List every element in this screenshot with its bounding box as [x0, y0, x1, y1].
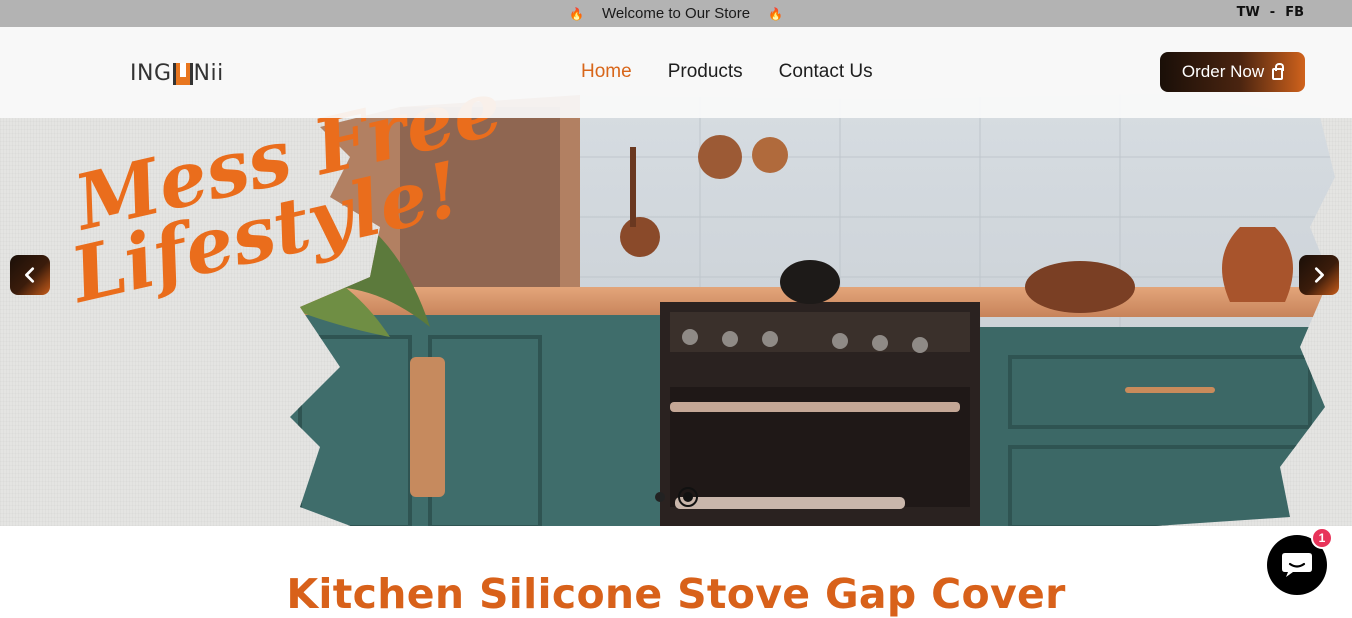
fire-icon: 🔥 [568, 6, 584, 21]
announcement-bar: 🔥 Welcome to Our Store 🔥 TW - FB [0, 0, 1352, 27]
chat-bubble-icon [1282, 553, 1312, 577]
chat-notification-badge: 1 [1311, 527, 1333, 549]
nav-products[interactable]: Products [668, 61, 743, 83]
site-header: ING Nii Home Products Contact Us Order N… [0, 27, 1352, 118]
slider-prev-button[interactable] [10, 255, 50, 295]
fire-icon: 🔥 [768, 6, 784, 21]
chat-widget-button[interactable]: 1 [1267, 527, 1333, 595]
chevron-right-icon [1314, 267, 1324, 283]
order-now-label: Order Now [1181, 62, 1265, 81]
slider-next-button[interactable] [1299, 255, 1339, 295]
nav-contact-us[interactable]: Contact Us [779, 61, 873, 83]
slide-dot-2[interactable] [678, 487, 698, 507]
logo-text-left: ING [130, 61, 172, 86]
facebook-link[interactable]: FB [1285, 5, 1304, 20]
logo-mark-icon [172, 62, 193, 85]
main-nav: Home Products Contact Us [581, 61, 873, 83]
chevron-left-icon [25, 267, 35, 283]
slide-dot-1[interactable] [655, 492, 665, 502]
nav-home[interactable]: Home [581, 61, 632, 83]
twitter-link[interactable]: TW [1237, 5, 1260, 20]
shopping-bag-icon [1272, 62, 1285, 80]
product-title: Kitchen Silicone Stove Gap Cover [286, 570, 1066, 618]
logo[interactable]: ING Nii [130, 61, 224, 86]
slider-pagination [655, 487, 698, 507]
announcement-text: Welcome to Our Store [601, 5, 751, 22]
social-links: TW - FB [1237, 5, 1304, 20]
social-separator: - [1269, 5, 1276, 20]
order-now-button[interactable]: Order Now [1160, 52, 1305, 92]
logo-text-right: Nii [193, 61, 224, 86]
